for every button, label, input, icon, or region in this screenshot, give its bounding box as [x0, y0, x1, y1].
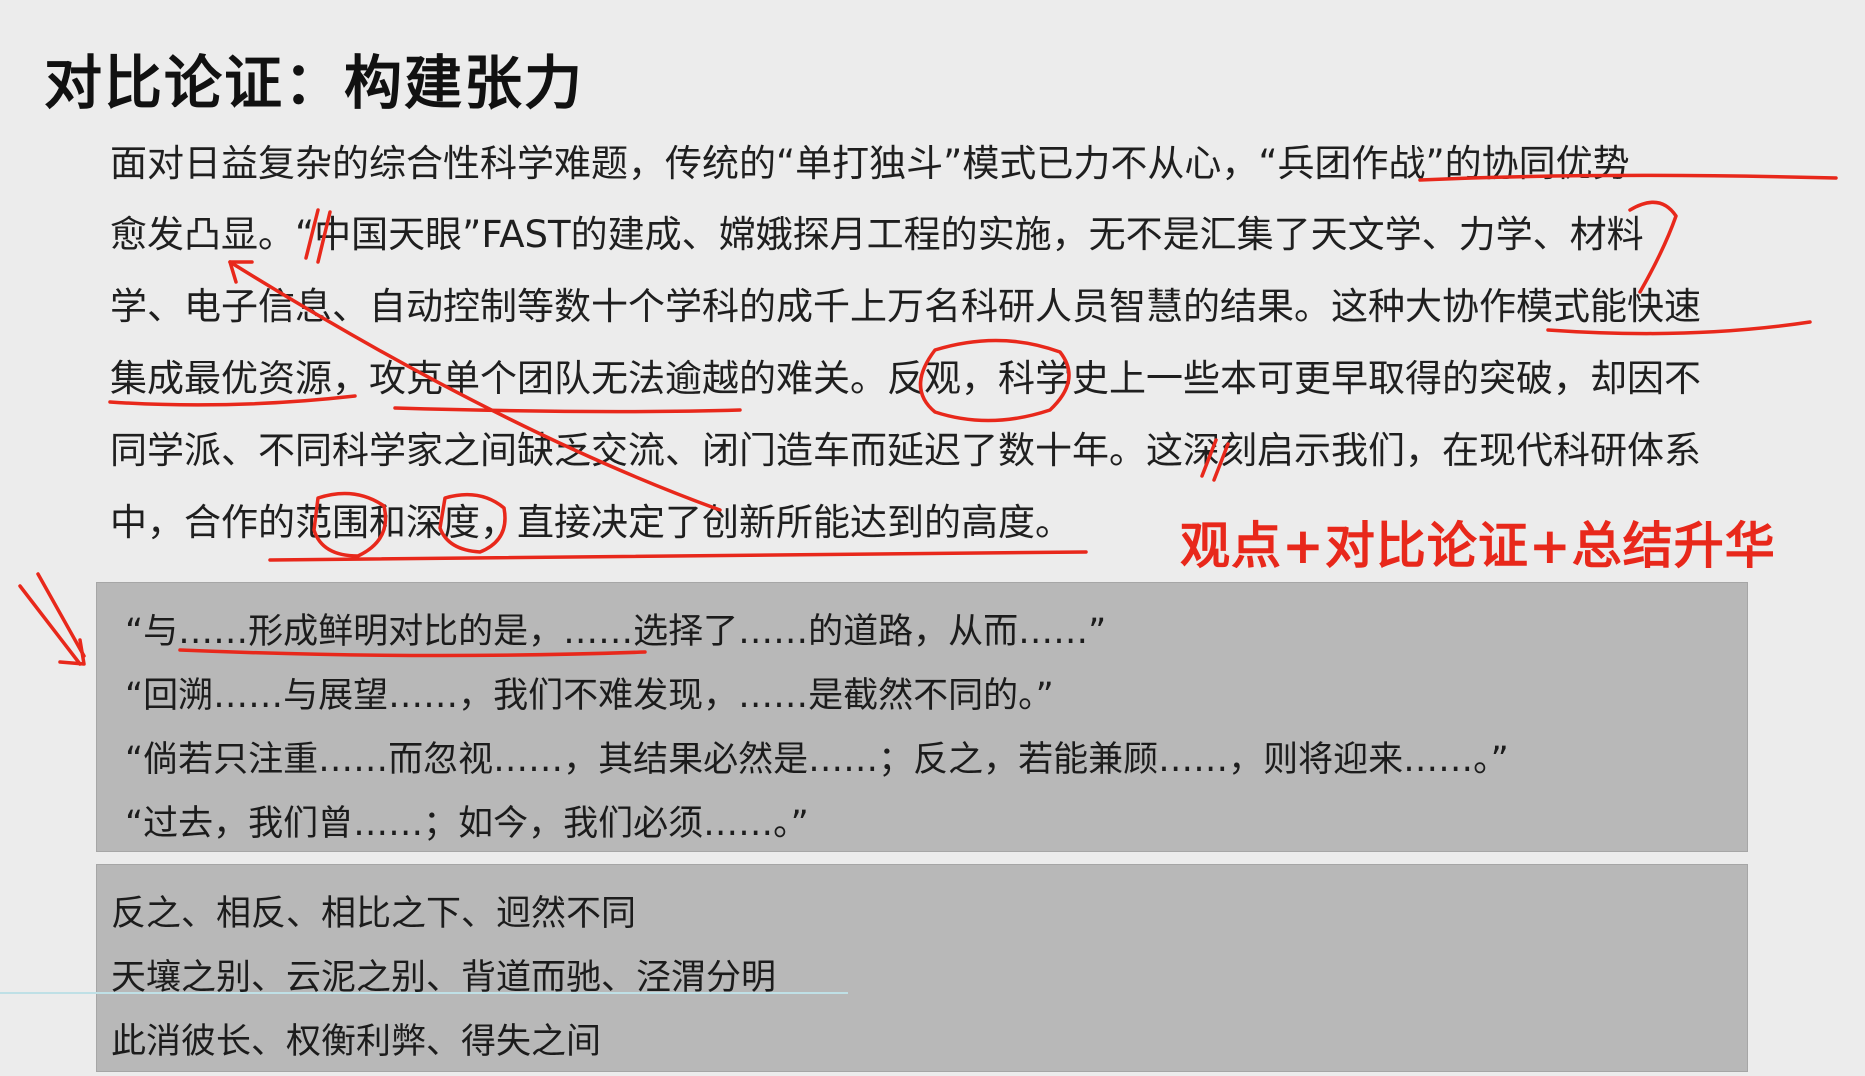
video-progress-line [0, 992, 848, 994]
handwritten-summary-note: 观点+对比论证+总结升华 [1180, 517, 1776, 575]
word-item: 反之、相反、相比之下、迥然不同 [111, 894, 637, 934]
paragraph-line: 愈发凸显。“中国天眼”FAST的建成、嫦娥探月工程的实施，无不是汇集了天文学、力… [110, 213, 1644, 256]
pattern-item: “过去，我们曾……；如今，我们必须……。” [125, 804, 809, 844]
paragraph-line: 中，合作的范围和深度，直接决定了创新所能达到的高度。 [110, 501, 1072, 544]
pattern-item: “回溯……与展望……，我们不难发现，……是截然不同的。” [125, 676, 1054, 716]
pattern-item: “与……形成鲜明对比的是，……选择了……的道路，从而……” [125, 612, 1107, 652]
contrast-words-box: 反之、相反、相比之下、迥然不同 天壤之别、云泥之别、背道而驰、泾渭分明 此消彼长… [96, 864, 1748, 1072]
paragraph-line: 同学派、不同科学家之间缺乏交流、闭门造车而延迟了数十年。这深刻启示我们，在现代科… [110, 429, 1701, 472]
argument-paragraph: 面对日益复杂的综合性科学难题，传统的“单打独斗”模式已力不从心，“兵团作战”的协… [0, 0, 1865, 560]
paragraph-line: 面对日益复杂的综合性科学难题，传统的“单打独斗”模式已力不从心，“兵团作战”的协… [110, 142, 1630, 185]
sentence-pattern-box: “与……形成鲜明对比的是，……选择了……的道路，从而……” “回溯……与展望……… [96, 582, 1748, 852]
arrow-line [18, 584, 82, 666]
arrow-head [58, 638, 86, 666]
paragraph-line: 学、电子信息、自动控制等数十个学科的成千上万名科研人员智慧的结果。这种大协作模式… [110, 285, 1701, 328]
word-item: 此消彼长、权衡利弊、得失之间 [111, 1022, 602, 1062]
arrow-line [36, 572, 86, 658]
pattern-item: “倘若只注重……而忽视……，其结果必然是……；反之，若能兼顾……，则将迎来……。… [125, 740, 1509, 780]
paragraph-line: 集成最优资源，攻克单个团队无法逾越的难关。反观，科学史上一些本可更早取得的突破，… [110, 357, 1701, 400]
